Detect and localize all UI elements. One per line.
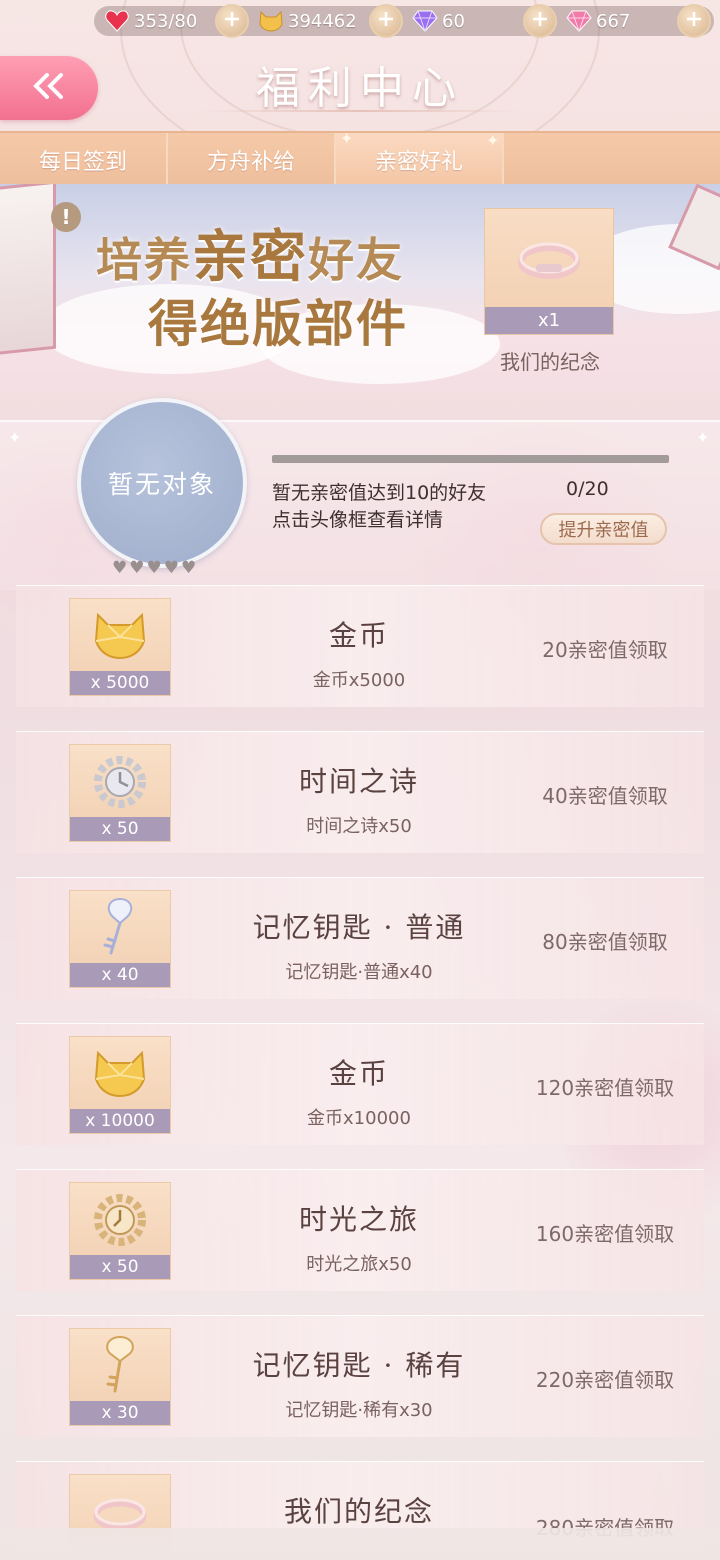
sparkle-icon: ✦ [8,428,22,447]
claim-requirement[interactable]: 80亲密值领取 [516,926,694,955]
tab-bar: 每日签到 方舟补给 亲密好礼 ✦ ✦ [0,129,720,186]
avatar-placeholder-text: 暂无对象 [107,470,216,499]
heart-icon [104,8,130,34]
silver-gear-icon [70,745,170,819]
stamina-value: 353/80 [134,10,198,32]
bottom-fade [0,1528,720,1560]
reward-detail: 时间之诗x50 [306,816,412,837]
gold-cat-coin-icon [70,599,170,673]
resource-stamina: 353/80 [104,6,197,36]
resource-coins: 394462 [258,6,357,36]
claim-requirement[interactable]: 40亲密值领取 [516,780,694,809]
silver-key-icon [70,891,170,965]
plus-icon [223,10,241,32]
reward-name: 时光之旅 [298,1203,419,1236]
title-divider [200,110,520,112]
reward-count: x1 [485,307,613,334]
reward-row: x 5000 金币 金币x5000 20亲密值领取 [16,585,704,707]
add-purple-diamond-button[interactable] [523,4,557,38]
friend-avatar-frame[interactable]: 暂无对象 [77,398,247,568]
reward-row: x 50 时光之旅 时光之旅x50 160亲密值领取 [16,1169,704,1291]
intimacy-description: 暂无亲密值达到10的好友 [272,482,487,504]
pink-diamond-value: 667 [596,10,631,32]
add-coins-button[interactable] [369,4,403,38]
info-icon[interactable]: ! [51,202,81,232]
heart-icon: ♥ [112,558,128,578]
item-count: x 10000 [70,1109,170,1133]
reward-detail: 时光之旅x50 [306,1254,412,1275]
heart-icon: ♥ [129,558,145,578]
banner-reward-name: 我们的纪念 [500,350,600,374]
gold-gear-icon [70,1183,170,1257]
banner-reward-item[interactable]: x1 [484,208,614,335]
item-count: x 40 [70,963,170,987]
add-stamina-button[interactable] [215,4,249,38]
reward-name: 金币 [328,1057,389,1090]
purple-diamond-value: 60 [442,10,465,32]
page-title: 福利中心 [256,63,464,114]
reward-row: x 30 记忆钥匙 · 稀有 记忆钥匙·稀有x30 220亲密值领取 [16,1315,704,1437]
reward-item-icon-box[interactable]: x 50 [69,1182,171,1280]
reward-item-icon-box[interactable]: x 50 [69,744,171,842]
reward-name: 记忆钥匙 · 稀有 [252,1349,466,1382]
ring-icon [485,209,613,309]
reward-name: 记忆钥匙 · 普通 [252,911,466,944]
banner-text-part: 好友 [308,233,404,287]
reward-name: 时间之诗 [298,765,419,798]
resource-pink-diamond: 667 [566,6,630,36]
heart-icon: ♥ [181,558,197,578]
heart-icon: ♥ [146,558,162,578]
purple-diamond-icon [412,8,438,34]
banner-headline: 培养亲密好友 [96,212,404,293]
intimacy-hearts: ♥ ♥ ♥ ♥ ♥ [112,558,196,578]
tab-ark-supply[interactable]: 方舟补给 [168,133,336,186]
intimacy-count: 0/20 [566,478,609,500]
reward-item-icon-box[interactable]: x 40 [69,890,171,988]
sparkle-icon: ✦ [340,129,354,148]
tab-daily-checkin[interactable]: 每日签到 [0,133,168,186]
intimacy-progress-bar [272,455,669,463]
reward-row: x 50 时间之诗 时间之诗x50 40亲密值领取 [16,731,704,853]
item-count: x 5000 [70,671,170,695]
claim-requirement[interactable]: 20亲密值领取 [516,634,694,663]
resource-purple-diamond: 60 [412,6,465,36]
plus-icon [531,10,549,32]
item-count: x 50 [70,1255,170,1279]
reward-item-icon-box[interactable]: x 10000 [69,1036,171,1134]
reward-name: 金币 [328,619,389,652]
item-count: x 30 [70,1401,170,1425]
reward-item-icon-box[interactable]: x 30 [69,1328,171,1426]
cat-coin-icon [258,8,284,34]
reward-row: x 40 记忆钥匙 · 普通 记忆钥匙·普通x40 80亲密值领取 [16,877,704,999]
intimacy-hint: 点击头像框查看详情 [272,509,444,531]
reward-detail: 记忆钥匙·普通x40 [285,962,433,983]
plus-icon [377,10,395,32]
item-count: x 50 [70,817,170,841]
banner-text-part: 培养 [96,233,192,287]
pink-diamond-icon [566,8,592,34]
heart-icon: ♥ [163,558,179,578]
coins-value: 394462 [288,10,357,32]
photo-frame-decoration [0,184,56,356]
sparkle-icon: ✦ [486,131,500,150]
sparkle-icon: ✦ [696,428,710,447]
reward-detail: 金币x5000 [312,670,406,691]
gold-key-icon [70,1329,170,1403]
claim-requirement[interactable]: 120亲密值领取 [516,1072,694,1101]
reward-name: 我们的纪念 [283,1495,434,1528]
reward-detail: 金币x10000 [307,1108,411,1129]
reward-detail: 记忆钥匙·稀有x30 [285,1400,433,1421]
add-pink-diamond-button[interactable] [677,4,711,38]
gold-cat-coin-icon [70,1037,170,1111]
claim-requirement[interactable]: 160亲密值领取 [516,1218,694,1247]
boost-intimacy-button[interactable]: 提升亲密值 [540,513,667,545]
banner-subheadline: 得绝版部件 [148,294,408,353]
reward-row: x 10000 金币 金币x10000 120亲密值领取 [16,1023,704,1145]
plus-icon [685,10,703,32]
reward-item-icon-box[interactable]: x 5000 [69,598,171,696]
banner-text-emphasis: 亲密 [192,224,308,290]
tab-intimacy-gift[interactable]: 亲密好礼 [336,133,504,186]
claim-requirement[interactable]: 220亲密值领取 [516,1364,694,1393]
